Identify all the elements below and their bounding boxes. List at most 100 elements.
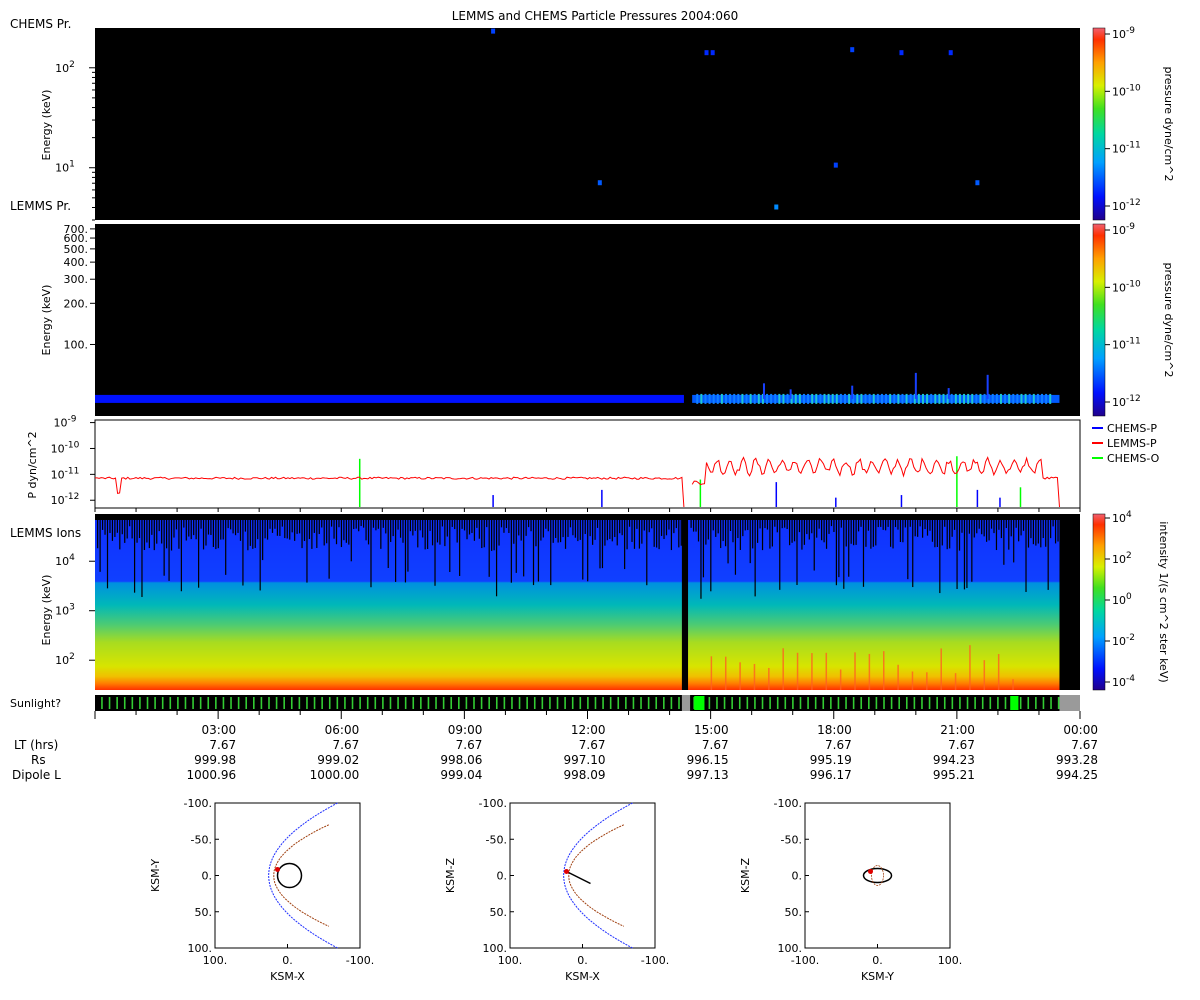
ions-dropout [803,520,805,545]
sunlight-stripe [1057,697,1060,709]
ions-dropout [705,520,707,545]
lemms-band-cell [885,393,888,404]
ions-dropout [907,520,909,580]
ions-dropout [729,520,732,531]
orbit-ytick-label: -50. [486,833,507,846]
sunlight-stripe [549,697,551,709]
lemms-ylabel: Energy (keV) [40,285,53,356]
ions-dropout [461,520,463,529]
orbit-xlabel: KSM-X [270,970,305,983]
chems-ylabel: Energy (keV) [40,90,53,161]
orbit-plot: -100.-50.0.50.100.100. 0. -100.KSM-XKSM-Y [149,797,374,983]
ions-dropout [646,520,648,586]
ions-hot-spike [825,652,828,690]
ions-hot-spike [954,673,957,690]
ions-dropout [702,520,705,578]
ions-dropout [665,520,668,536]
sunlight-label: Sunlight? [10,697,61,710]
chems-pressure-point [710,50,715,56]
ions-dropout [697,520,700,542]
ions-dropout [126,520,128,539]
lemms-band-cell [880,393,883,404]
lemms-band-cell [864,393,867,404]
orbit-ytick-label: 0. [497,870,508,883]
sunlight-stripe [245,697,248,709]
ions-dropout [995,520,998,551]
sunlight-stripe [974,697,976,709]
sunlight-stripe [860,697,863,709]
ions-dropout [914,520,916,537]
sunlight-stripe [943,697,946,709]
ions-dropout [355,520,357,529]
ions-dropout [168,520,170,581]
orbit-ytick-label: 50. [195,906,213,919]
ions-dropout [747,520,749,531]
ions-dropout [335,520,338,545]
chems-colorbar-tick-label: 10-10 [1112,83,1141,98]
sunlight-stripe [602,697,604,709]
ions-colorbar-tick-label: 104 [1112,510,1132,525]
ions-dropout [552,520,554,543]
ions-colorbar-label: intensity 1/(s cm^2 ster keV) [1157,521,1170,682]
ions-dropout [560,520,562,543]
ions-dropout [321,520,323,528]
ions-dropout [294,520,296,541]
ions-dropout [867,520,870,531]
lemms-band-cell [704,393,707,404]
ions-dropout [459,520,461,576]
ions-dropout [732,520,734,543]
ions-dropout [119,520,121,550]
ions-dropout [392,520,394,537]
chems-plot-area [95,28,1080,220]
ions-dropout [889,520,892,547]
ions-dropout [757,520,759,543]
ions-dropout [412,520,414,536]
time-row-label: Rs [31,753,46,767]
ions-dropout [1000,520,1002,539]
line-ytick-label: 10-12 [51,492,80,507]
lemms-band-cell [893,393,896,404]
ions-dropout [1032,520,1035,545]
ions-dropout [138,520,141,539]
ions-dropout [616,520,618,546]
ions-dropout [754,520,756,597]
ions-dropout [742,520,744,537]
ions-dropout [784,520,786,528]
ions-dropout [722,520,724,542]
ions-dropout [133,520,136,593]
lemms-band-cell [802,393,805,404]
spacecraft-marker [275,867,280,872]
ions-dropout [158,520,160,532]
lemms-band-cell [737,393,740,404]
ions-dropout [264,520,266,539]
sunlight-stripe [161,697,164,709]
ions-dropout [385,520,387,534]
sunlight-stripe [260,697,263,709]
ions-dropout [1015,520,1017,528]
ions-hot-spike [854,652,856,690]
ions-dropout [998,520,1000,530]
ions-dropout [727,520,729,564]
ions-dropout [789,520,791,546]
lemms-band-cell [757,393,760,404]
ions-hot-spike [969,645,971,690]
ions-dropout [604,520,606,546]
orbit-ylabel: KSM-Z [444,857,457,893]
ions-dropout [252,520,254,549]
ions-dropout [582,520,584,580]
lemms-band-cell [749,393,752,404]
lemms-band-cell [753,393,756,404]
ions-dropout [274,520,276,529]
time-tick-label: 15:00 [694,723,729,737]
orbit-plot: -100.-50.0.50.100.100. 0. -100.KSM-XKSM-Z [444,797,669,983]
time-row-value: 7.67 [1071,738,1098,752]
ions-dropout [990,520,993,529]
ions-dropout [589,520,591,537]
ions-dropout [986,520,988,542]
ions-dropout [1010,520,1012,537]
sunlight-stripe [564,697,566,709]
sunlight-stripe [723,697,726,709]
ions-dropout [266,520,269,540]
ions-dropout [449,520,451,573]
sunlight-stripe [890,697,893,709]
